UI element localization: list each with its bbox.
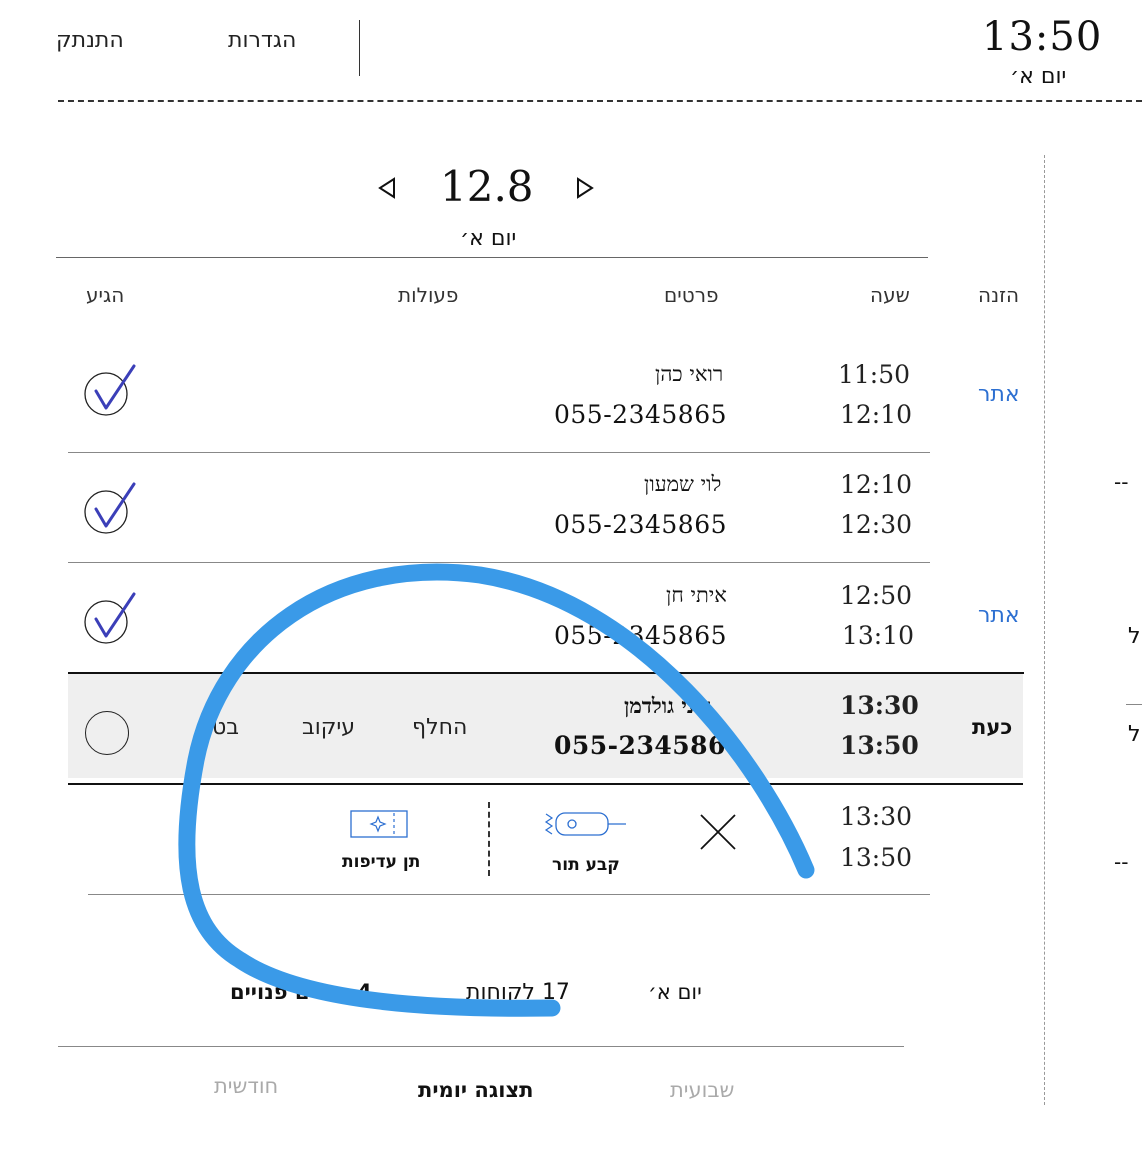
selected-date: 12.8 (440, 162, 534, 211)
end-time: 13:10 (842, 621, 915, 650)
start-time: 12:10 (840, 470, 913, 499)
action-divider (488, 802, 490, 876)
client-name: חוני גולדמן (624, 693, 712, 718)
logout-link[interactable]: התנתק (56, 28, 124, 53)
side-divider (1044, 155, 1045, 1105)
side-fragment-1: ל (1128, 624, 1141, 649)
triangle-right-icon (577, 177, 594, 199)
close-slot-button[interactable] (698, 812, 738, 856)
selected-day: יום א׳ (460, 226, 517, 251)
book-appointment-label[interactable]: קבע תור (552, 855, 620, 875)
row-divider (88, 894, 930, 895)
source-link[interactable]: אתר (978, 382, 1020, 407)
col-header-actions: פעולות (398, 283, 459, 307)
summary-separator (58, 1046, 904, 1047)
tab-daily[interactable]: תצוגה יומית (418, 1078, 534, 1102)
delay-button[interactable]: עיקוב (302, 715, 355, 740)
checkmark-circle-icon (84, 482, 136, 534)
arrived-checkbox[interactable] (85, 711, 129, 755)
now-label: כעת (972, 715, 1013, 739)
checkmark-circle-icon (84, 592, 136, 644)
col-header-details: פרטים (664, 283, 719, 307)
summary-day: יום א׳ (648, 980, 702, 1004)
col-header-source: הזנה (978, 283, 1020, 307)
summary-free-slots: 4 תורים פנויים (230, 980, 372, 1004)
settings-link[interactable]: הגדרות (228, 28, 296, 53)
cancel-button[interactable]: בט (212, 715, 239, 740)
row-divider (68, 452, 930, 453)
source-link[interactable]: אתר (978, 603, 1020, 628)
start-time: 12:50 (840, 581, 913, 610)
arrived-checkbox[interactable] (84, 592, 136, 650)
book-appointment-button[interactable] (544, 808, 628, 846)
header-divider (359, 20, 360, 76)
sparkle-ticket-icon (350, 810, 408, 838)
ticket-icon (544, 812, 626, 836)
end-time: 12:10 (840, 400, 913, 429)
side-fragment-2: ל (1128, 722, 1141, 747)
header-separator (58, 100, 1142, 102)
client-phone: 055-234586 (554, 731, 726, 760)
client-name: איתי חן (666, 583, 727, 607)
tab-monthly[interactable]: חודשית (214, 1074, 278, 1098)
current-time: 13:50 (982, 14, 1103, 60)
current-day: יום א׳ (1010, 64, 1067, 89)
side-fragment-dash-2: -- (1114, 850, 1129, 874)
triangle-left-icon (378, 177, 395, 199)
checkmark-circle-icon (84, 364, 136, 416)
start-time: 13:30 (840, 691, 919, 720)
arrived-checkbox[interactable] (84, 364, 136, 422)
start-time: 13:30 (840, 802, 913, 831)
client-phone: 055-2345865 (554, 510, 728, 539)
next-day-button[interactable] (574, 176, 596, 204)
client-name: לוי שמעון (644, 472, 722, 496)
row-divider (68, 783, 1023, 785)
tab-weekly[interactable]: שבועית (670, 1078, 734, 1102)
client-name: רואי כהן (655, 362, 724, 386)
client-phone: 055-2345865 (554, 400, 728, 429)
side-fragment-line (1126, 704, 1142, 705)
replace-button[interactable]: החלף (412, 715, 467, 740)
priority-button[interactable] (350, 809, 410, 843)
start-time: 11:50 (838, 360, 911, 389)
side-fragment-dash-1: -- (1114, 470, 1129, 494)
priority-label[interactable]: תן עדיפות (342, 852, 420, 872)
close-icon (700, 814, 736, 850)
scribble-annotation (178, 563, 815, 1017)
end-time: 13:50 (840, 731, 919, 760)
date-separator (56, 257, 928, 258)
client-phone: 055-2345865 (554, 621, 728, 650)
end-time: 12:30 (840, 510, 913, 539)
end-time: 13:50 (840, 843, 913, 872)
prev-day-button[interactable] (376, 176, 398, 204)
row-divider (68, 562, 930, 563)
col-header-arrived: הגיע (86, 283, 125, 307)
col-header-time: שעה (870, 283, 910, 307)
summary-clients: 17 לקוחות (466, 980, 570, 1005)
arrived-checkbox[interactable] (84, 482, 136, 540)
